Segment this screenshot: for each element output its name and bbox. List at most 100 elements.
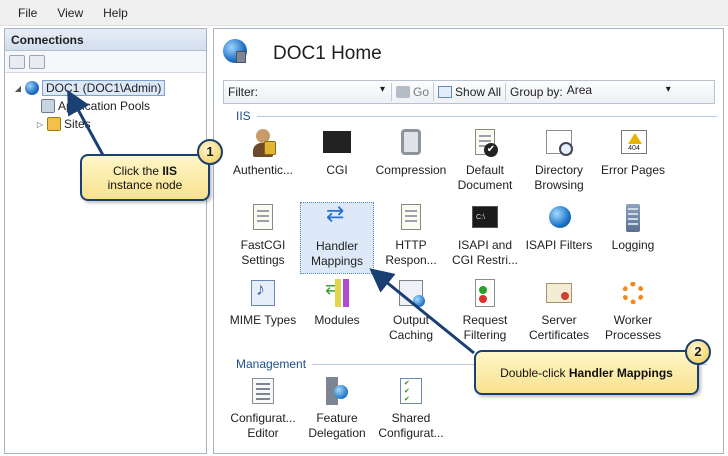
compression-icon <box>395 127 427 159</box>
filter-bar: Filter: Go Show All Group by: Area <box>223 80 715 104</box>
request-filtering-icon <box>469 277 501 309</box>
callout-2-badge: 2 <box>685 339 711 365</box>
feature-mime-types[interactable]: MIME Types <box>226 277 300 349</box>
feature-label: Handler Mappings <box>310 239 364 268</box>
feature-label: Output Caching <box>388 313 434 342</box>
default-document-icon: ✔ <box>469 127 501 159</box>
feature-error-pages[interactable]: Error Pages <box>596 127 670 199</box>
output-caching-icon-glyph <box>399 280 425 307</box>
feature-isapi-filters[interactable]: ISAPI Filters <box>522 202 596 274</box>
tree-node-server-label[interactable]: DOC1 (DOC1\Admin) <box>42 80 166 96</box>
isapi-filters-icon <box>543 202 575 234</box>
connections-toolbar <box>5 51 206 73</box>
fastcgi-icon-glyph <box>253 204 273 230</box>
go-button[interactable]: Go <box>396 85 429 99</box>
feature-label: Default Document <box>457 163 513 192</box>
feature-handler-mappings[interactable]: Handler Mappings <box>300 202 374 274</box>
feature-compression[interactable]: Compression <box>374 127 448 199</box>
show-all-button[interactable]: Show All <box>438 85 501 99</box>
tree-node-application-pools-label[interactable]: Application Pools <box>58 99 150 113</box>
mime-types-icon <box>247 277 279 309</box>
handler-mappings-icon <box>321 203 353 235</box>
section-divider <box>256 115 717 117</box>
save-icon[interactable] <box>29 54 45 69</box>
menu-view[interactable]: View <box>47 6 93 20</box>
feature-shared-configuration[interactable]: Shared Configurat... <box>374 375 448 447</box>
feature-feature-delegation[interactable]: Feature Delegation <box>300 375 374 447</box>
feature-delegation-icon-glyph <box>326 377 348 405</box>
collapse-icon[interactable]: ◢ <box>13 84 23 93</box>
feature-label: Authentic... <box>232 163 294 177</box>
feature-delegation-icon <box>321 375 353 407</box>
feature-authentication[interactable]: Authentic... <box>226 127 300 199</box>
feature-isapi-cgi-restrictions[interactable]: ISAPI and CGI Restri... <box>448 202 522 274</box>
sites-folder-icon <box>47 117 61 131</box>
feature-logging[interactable]: Logging <box>596 202 670 274</box>
callout-2: Double-click Handler Mappings <box>474 350 699 395</box>
feature-configuration-editor[interactable]: Configurat... Editor <box>226 375 300 447</box>
compression-icon-glyph <box>401 129 421 155</box>
page-header: DOC1 Home <box>214 29 723 77</box>
worker-processes-icon-glyph <box>622 282 644 304</box>
tree-node-sites-label[interactable]: Sites <box>64 117 91 131</box>
callout-1-text: Click the <box>112 163 163 178</box>
feature-label: FastCGI Settings <box>240 238 286 267</box>
show-all-label: Show All <box>455 85 502 99</box>
tree-node-sites[interactable]: ▷ Sites <box>35 115 91 133</box>
section-iis: IIS <box>236 109 717 123</box>
feature-request-filtering[interactable]: Request Filtering <box>448 277 522 349</box>
callout-2-bold: Handler Mappings <box>568 365 673 380</box>
cgi-icon <box>321 127 353 159</box>
directory-browsing-icon <box>543 127 575 159</box>
menu-file[interactable]: File <box>8 6 47 20</box>
application-pools-icon <box>41 99 55 113</box>
separator <box>505 83 507 101</box>
tree-node-server[interactable]: ◢ DOC1 (DOC1\Admin) <box>13 79 166 97</box>
output-caching-icon <box>395 277 427 309</box>
connections-pane: Connections ◢ DOC1 (DOC1\Admin) Applicat… <box>4 28 207 454</box>
http-response-icon <box>395 202 427 234</box>
expand-icon[interactable]: ▷ <box>35 120 45 129</box>
feature-directory-browsing[interactable]: Directory Browsing <box>522 127 596 199</box>
server-certificates-icon-glyph <box>546 283 572 303</box>
cgi-icon-glyph <box>323 131 351 153</box>
feature-label: Shared Configurat... <box>378 411 444 440</box>
filter-label: Filter: <box>228 85 258 99</box>
fastcgi-icon <box>247 202 279 234</box>
lock-icon <box>264 141 276 155</box>
callout-1-line-1: Click the IIS <box>113 164 177 178</box>
feature-output-caching[interactable]: Output Caching <box>374 277 448 349</box>
error-pages-icon-glyph <box>621 130 647 154</box>
feature-modules[interactable]: Modules <box>300 277 374 349</box>
logging-icon-glyph <box>626 204 640 232</box>
shared-configuration-icon-glyph <box>400 378 422 404</box>
feature-fastcgi[interactable]: FastCGI Settings <box>226 202 300 274</box>
feature-http-response[interactable]: HTTP Respon... <box>374 202 448 274</box>
modules-icon-glyph <box>325 279 349 307</box>
isapi-filters-icon-glyph <box>549 206 571 228</box>
error-pages-icon <box>617 127 649 159</box>
group-by-select[interactable]: Area <box>563 83 673 101</box>
feature-default-document[interactable]: ✔ Default Document <box>448 127 522 199</box>
feature-server-certificates[interactable]: Server Certificates <box>522 277 596 349</box>
feature-label: Modules <box>314 313 360 327</box>
tree-node-application-pools[interactable]: Application Pools <box>39 97 150 115</box>
menu-help[interactable]: Help <box>93 6 138 20</box>
configuration-editor-icon <box>247 375 279 407</box>
feature-worker-processes[interactable]: Worker Processes <box>596 277 670 349</box>
server-certificates-icon <box>543 277 575 309</box>
feature-label: Server Certificates <box>528 313 590 342</box>
callout-1-text-2: instance node <box>107 177 183 192</box>
isapi-cgi-restrictions-icon <box>469 202 501 234</box>
filter-input[interactable] <box>262 83 387 101</box>
go-label: Go <box>413 85 430 99</box>
connect-icon[interactable] <box>9 54 25 69</box>
menu-bar: File View Help <box>0 0 728 26</box>
logging-icon <box>617 202 649 234</box>
http-response-icon-glyph <box>401 204 421 230</box>
handler-mappings-icon-glyph <box>326 206 348 230</box>
server-globe-icon <box>25 81 39 95</box>
group-by-label: Group by: <box>510 85 563 99</box>
show-all-icon <box>438 86 453 98</box>
feature-cgi[interactable]: CGI <box>300 127 374 199</box>
